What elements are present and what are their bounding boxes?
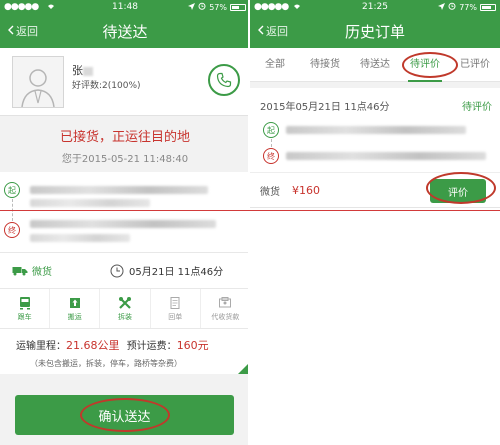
- right-screen: ●●●●● 21:25 77% 返回 历史订单 全部 待接货 待送达 待评价 已…: [250, 0, 500, 445]
- driver-name: 张: [72, 62, 93, 78]
- back-label: 返回: [16, 25, 38, 38]
- chevron-left-icon: [258, 25, 264, 38]
- car-follow-icon: [19, 296, 30, 309]
- nav-bar: 返回 待送达: [0, 14, 250, 48]
- call-driver-button[interactable]: [208, 64, 240, 96]
- service-label: 搬运: [67, 312, 82, 321]
- service-receipt[interactable]: 回单: [151, 289, 201, 328]
- battery-icon: [480, 3, 496, 11]
- driver-card: 张 好评数:2(100%): [0, 48, 250, 116]
- status-timestamp: 您于2015-05-21 11:48:40: [61, 154, 189, 165]
- tab-all[interactable]: 全部: [250, 48, 300, 82]
- fee-line: 运输里程：21.68公里 预计运费：160元: [16, 337, 250, 353]
- page-title: 历史订单: [344, 22, 405, 41]
- collect-payment-icon: [219, 296, 232, 307]
- service-label: 代收货款: [211, 312, 240, 321]
- tab-awaiting-pickup[interactable]: 待接货: [300, 48, 350, 82]
- distance-value: 21.68公里: [66, 339, 120, 352]
- pickup-datetime: 05月21日 11点46分: [110, 263, 223, 278]
- driver-avatar: [12, 56, 64, 108]
- clock-icon: [110, 264, 124, 277]
- cargo-label: 微货: [260, 187, 280, 198]
- back-label: 返回: [266, 25, 288, 38]
- order-tabs: 全部 待接货 待送达 待评价 已评价: [250, 48, 500, 82]
- fee-summary: 运输里程：21.68公里 预计运费：160元 （未包含搬运，拆装，停车，路桥等杂…: [0, 328, 250, 374]
- distance-label: 运输里程：: [16, 341, 66, 352]
- end-address-detail-blurred: [30, 234, 130, 242]
- left-screen: ●●●●● 11:48 57% 返回 待送达 张 好评数:2(100%) 已接货…: [0, 0, 250, 445]
- delivery-status: 已接货，正运往目的地 您于2015-05-21 11:48:40: [0, 116, 250, 172]
- order-footer: 微货 ¥160 评价: [250, 172, 500, 208]
- service-follow-car[interactable]: 跟车: [0, 289, 51, 328]
- datetime-text: 05月21日 11点46分: [129, 267, 224, 278]
- order-status: 待评价: [462, 102, 492, 113]
- truck-icon: [12, 266, 28, 275]
- clock-time: 11:48: [112, 2, 138, 12]
- driver-name-text: 张: [72, 64, 83, 77]
- service-label: 回单: [168, 312, 183, 321]
- order-date: 2015年05月21日 11点46分: [260, 102, 390, 113]
- back-button[interactable]: 返回: [8, 14, 38, 48]
- end-pin: 终: [4, 222, 20, 238]
- blurred-name: [83, 66, 93, 76]
- service-label: 跟车: [17, 312, 32, 321]
- annotation-red-line: [0, 210, 500, 211]
- start-pin: 起: [4, 182, 20, 198]
- end-address-blurred: [30, 220, 216, 228]
- order-price: ¥160: [292, 184, 320, 197]
- estimated-fee-label: 预计运费：: [126, 341, 177, 352]
- status-bar: ●●●●● 11:48 57%: [0, 0, 250, 14]
- route-card: 起 终: [0, 172, 250, 252]
- status-message: 已接货，正运往目的地: [59, 130, 190, 145]
- screen-separator: [248, 0, 250, 445]
- confirm-delivery-button[interactable]: 确认送达: [15, 395, 234, 435]
- start-address-blurred: [286, 126, 466, 134]
- start-address-blurred: [30, 186, 208, 194]
- end-address-blurred: [286, 152, 486, 160]
- tab-awaiting-review[interactable]: 待评价: [400, 48, 450, 82]
- receipt-icon: [170, 296, 180, 309]
- service-assembly[interactable]: 拆装: [100, 289, 151, 328]
- cargo-label: 微货: [32, 267, 52, 278]
- person-icon: [21, 69, 55, 107]
- start-address-detail-blurred: [30, 199, 150, 207]
- nav-bar: 返回 历史订单: [250, 14, 500, 48]
- service-collect-payment[interactable]: 代收货款: [201, 289, 250, 328]
- cargo-type: 微货: [12, 263, 52, 278]
- tab-awaiting-delivery[interactable]: 待送达: [350, 48, 400, 82]
- service-carry[interactable]: 搬运: [50, 289, 101, 328]
- estimated-fee-value: 160元: [176, 339, 209, 352]
- start-pin: 起: [263, 122, 279, 138]
- service-options: 跟车 搬运 拆装 回单 代收货款: [0, 288, 250, 328]
- order-meta-row: 微货 05月21日 11点46分: [0, 252, 250, 288]
- clock-time: 21:25: [362, 2, 388, 12]
- order-card[interactable]: 2015年05月21日 11点46分 待评价 起 终 微货 ¥160 评价: [250, 88, 500, 208]
- service-label: 拆装: [118, 312, 132, 321]
- phone-icon: [216, 72, 232, 88]
- chevron-left-icon: [8, 25, 14, 38]
- fee-note: （未包含搬运，拆装，停车，路桥等杂费）: [30, 359, 182, 368]
- route-connector: [271, 139, 272, 147]
- tools-icon: [119, 296, 131, 309]
- carry-icon: [69, 297, 80, 308]
- back-button[interactable]: 返回: [258, 14, 288, 48]
- page-title: 待送达: [102, 22, 148, 41]
- battery-icon: [230, 3, 246, 11]
- status-bar: ●●●●● 21:25 77%: [250, 0, 500, 14]
- tab-reviewed[interactable]: 已评价: [450, 48, 500, 82]
- rate-button[interactable]: 评价: [430, 179, 486, 203]
- driver-rating: 好评数:2(100%): [72, 81, 141, 91]
- end-pin: 终: [263, 148, 279, 164]
